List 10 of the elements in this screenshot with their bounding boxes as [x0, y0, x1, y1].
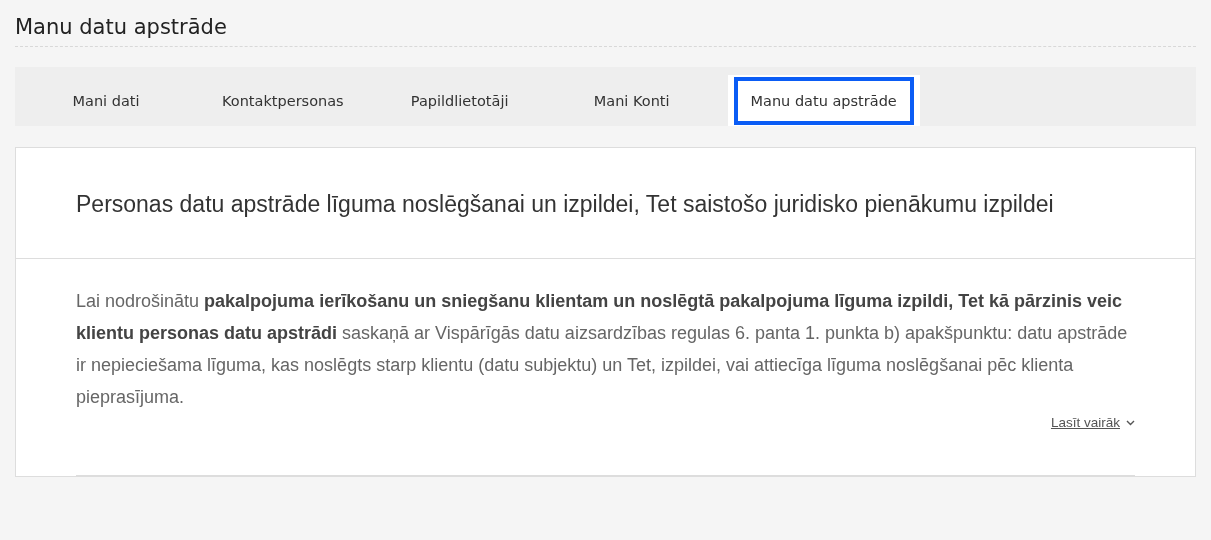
page-title: Manu datu apstrāde — [15, 14, 228, 41]
tab[interactable]: Mani Konti — [561, 75, 702, 126]
section-heading: Personas datu apstrāde līguma noslēgšanai un izpildei, Tet saistošo juridisko pienākumu izpildei — [75, 190, 1055, 219]
chevron-down-icon — [1126, 419, 1135, 426]
tab[interactable]: Kontaktpersonas — [208, 75, 358, 126]
read-more-link[interactable]: Lasīt vairāk — [1050, 415, 1135, 430]
tab[interactable]: Manu datu apstrāde — [733, 76, 914, 125]
tab[interactable]: Mani dati — [36, 75, 176, 126]
paragraph: Lai nodrošinātu pakalpojuma ierīkošanu un sniegšanu klientam un noslēgtā pakalpojuma līguma izpildi, Tet kā pārzinis veic klientu personas datu apstrādi saskaņā ar Vispārīgās datu aizsardzības regulas 6. panta 1. punkta b) apakšpunktu: datu apstrāde ir nepieciešama līguma, kas noslēgts starp klientu (datu subjektu) un Tet, izpildei, vai attiecīga līguma noslēgšanai pēc klienta pieprasījuma. — [76, 290, 1129, 409]
tab[interactable]: Papildlietotāji — [389, 75, 530, 126]
